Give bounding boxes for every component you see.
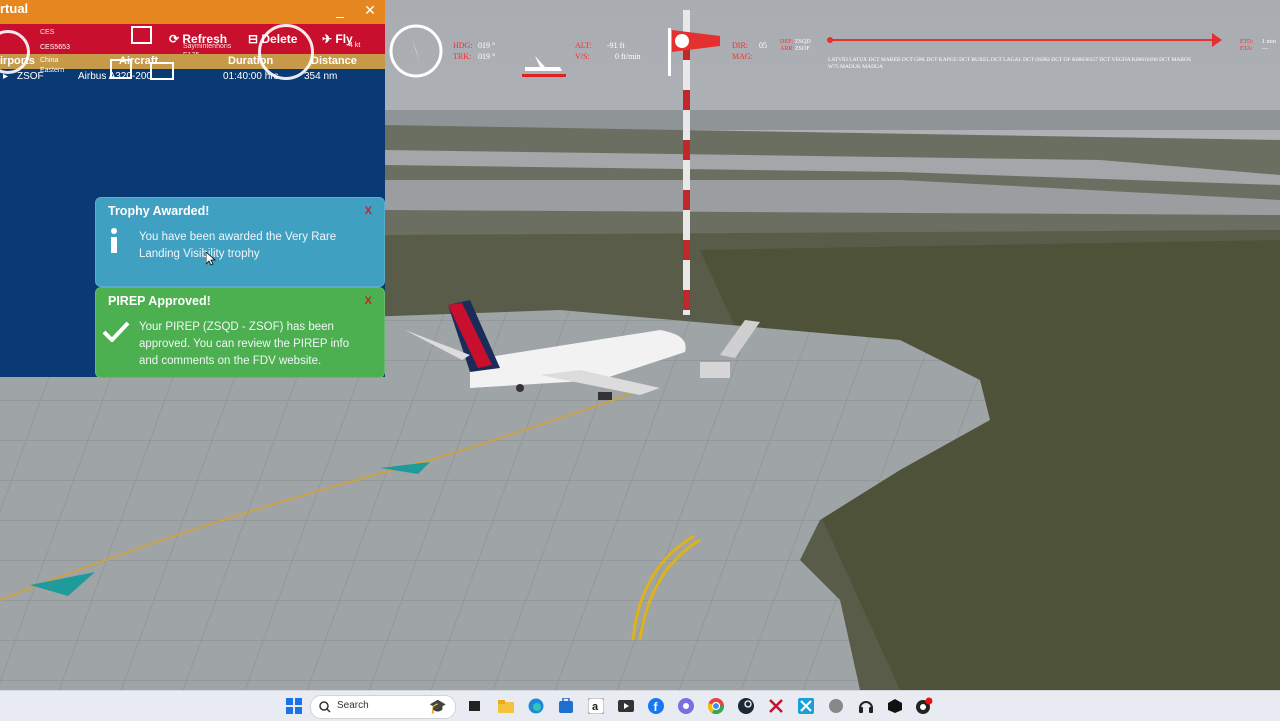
steam-icon[interactable]: [737, 697, 755, 715]
toast-title: Trophy Awarded!: [108, 204, 210, 218]
airline-name: China: [40, 57, 59, 64]
dir-label: DIR:: [732, 41, 748, 50]
checkbox-icon[interactable]: [131, 26, 152, 44]
fly-subtext: 4 kt: [349, 42, 361, 49]
windows-start-icon[interactable]: [285, 697, 303, 715]
fly-icon: ✈: [322, 32, 336, 46]
discord-icon[interactable]: [677, 697, 695, 715]
toast-close-button[interactable]: X: [365, 205, 372, 217]
pirep-toast: PIREP Approved! X Your PIREP (ZSQD - ZSO…: [95, 287, 385, 378]
record-icon[interactable]: [827, 697, 845, 715]
xplane-icon[interactable]: [767, 697, 785, 715]
eto-label: ETO:: [1240, 39, 1254, 45]
svg-text:a: a: [592, 701, 599, 713]
row-route: ZSOF: [17, 71, 44, 82]
taskbar: Search 🎓 a f: [0, 690, 1280, 721]
refresh-subtext: Saymintenhons: [183, 43, 232, 50]
box-icon[interactable]: [886, 697, 904, 715]
col-distance[interactable]: Distance: [311, 55, 357, 67]
flight-number: CES5653: [40, 44, 70, 51]
refresh-icon: ⟳: [169, 32, 183, 46]
task-view-icon[interactable]: [466, 697, 484, 715]
hdg-value: 019 °: [478, 41, 496, 50]
eto-value: 1 min: [1262, 39, 1276, 45]
obs-icon[interactable]: [915, 697, 933, 715]
dep-label: DEP:: [780, 39, 794, 45]
mag-label: MAG:: [732, 52, 753, 61]
media-icon[interactable]: [617, 697, 635, 715]
minimize-button[interactable]: _: [327, 0, 353, 22]
dir-value: 05: [759, 41, 767, 50]
vs-value: 0 ft/min: [615, 52, 641, 61]
search-icon: [319, 701, 331, 713]
alt-label: ALT:: [575, 41, 592, 50]
file-explorer-icon[interactable]: [497, 697, 515, 715]
search-placeholder: Search: [337, 700, 369, 711]
headset-icon[interactable]: [857, 697, 875, 715]
app-toolbar: CES CES5653 E175 ⟳ Refresh Saymintenhons…: [0, 24, 385, 59]
route-string-2: W75 MADUK MADUA: [828, 64, 883, 70]
facebook-icon[interactable]: f: [647, 697, 665, 715]
close-button[interactable]: ✕: [357, 0, 383, 22]
toast-message: You have been awarded the Very Rare Land…: [139, 231, 337, 260]
dep-value: ZSQD: [795, 39, 811, 45]
hdg-label: HDG:: [453, 41, 473, 50]
app-icon[interactable]: [797, 697, 815, 715]
mouse-cursor-icon: [206, 252, 216, 266]
trophy-toast: Trophy Awarded! X You have been awarded …: [95, 197, 385, 287]
app-titlebar: rtual _ ✕: [0, 0, 385, 24]
edge-icon[interactable]: [527, 697, 545, 715]
info-icon: [111, 228, 117, 253]
toast-title: PIREP Approved!: [108, 294, 211, 308]
trk-label: TRK:: [453, 52, 472, 61]
arr-value: ZSOF: [795, 46, 810, 52]
overlay-square-icon: [150, 62, 174, 80]
overlay-square-icon: [110, 59, 132, 79]
vs-label: V/S:: [575, 52, 590, 61]
taskbar-search-input[interactable]: Search 🎓: [310, 695, 456, 719]
arr-label: ARR:: [780, 46, 795, 52]
amazon-icon[interactable]: a: [587, 697, 605, 715]
toast-close-button[interactable]: X: [365, 295, 372, 307]
eta-value: ---: [1262, 46, 1268, 52]
trk-value: 019 °: [478, 52, 496, 61]
eta-label: ETA:: [1240, 46, 1253, 52]
app-title: rtual: [0, 1, 29, 16]
chrome-icon[interactable]: [707, 697, 725, 715]
checkmark-icon: [102, 321, 130, 342]
store-icon[interactable]: [557, 697, 575, 715]
alt-value: -91 ft: [607, 41, 625, 50]
graduation-cap-icon: 🎓: [429, 698, 447, 714]
overlay-ring-icon: [258, 24, 314, 80]
row-distance: 354 nm: [304, 71, 338, 82]
route-string: LATVID LATUX DCT MABEB DCT GPK DCT KAPGU…: [828, 57, 1191, 63]
airline-code: CES: [40, 29, 55, 36]
toast-message: Your PIREP (ZSQD - ZSOF) has been approv…: [139, 321, 350, 367]
